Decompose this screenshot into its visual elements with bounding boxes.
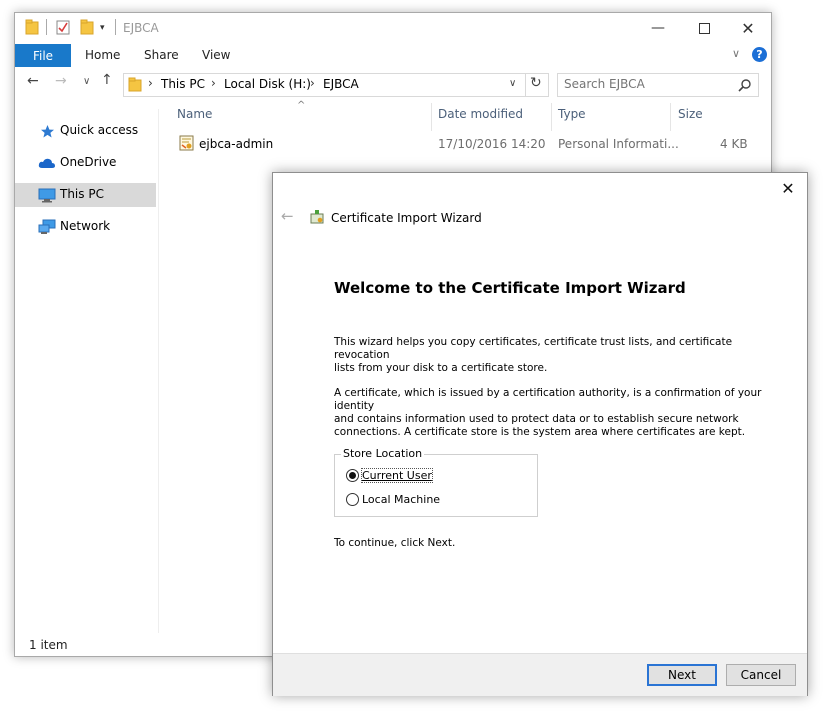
- computer-icon: [38, 188, 56, 203]
- column-separator[interactable]: [551, 103, 552, 131]
- search-icon[interactable]: [738, 78, 752, 92]
- nav-item-label: Network: [60, 219, 111, 233]
- column-header-size[interactable]: Size: [678, 107, 703, 129]
- intro-line: lists from your disk to a certificate st…: [334, 362, 548, 374]
- store-location-label: Store Location: [341, 447, 425, 460]
- minimize-icon: —: [651, 20, 665, 36]
- column-separator[interactable]: [670, 103, 671, 131]
- wizard-close-button[interactable]: ✕: [773, 175, 803, 201]
- address-bar[interactable]: › This PC › Local Disk (H:) › EJBCA ∨ ↻: [123, 73, 549, 97]
- properties-icon[interactable]: [56, 20, 70, 35]
- window-title: EJBCA: [123, 21, 159, 35]
- expand-ribbon-chevron-icon[interactable]: ∨: [732, 47, 740, 60]
- wizard-footer: Next Cancel: [273, 653, 807, 696]
- column-separator[interactable]: [431, 103, 432, 131]
- description-paragraph: A certificate, which is issued by a cert…: [334, 387, 774, 439]
- wizard-title: Certificate Import Wizard: [331, 211, 482, 225]
- certificate-wizard-icon: [310, 210, 324, 224]
- title-divider: [115, 19, 116, 35]
- intro-line: This wizard helps you copy certificates,…: [334, 336, 733, 361]
- radio-label-current-user: Current User: [361, 468, 433, 483]
- file-date-modified: 17/10/2016 14:20: [438, 137, 546, 151]
- description-line: A certificate, which is issued by a cert…: [334, 387, 762, 412]
- sort-ascending-icon: ^: [297, 100, 306, 111]
- maximize-icon: [698, 22, 710, 34]
- forward-arrow-icon[interactable]: →: [55, 73, 67, 89]
- address-history-chevron-icon[interactable]: ∨: [509, 78, 516, 89]
- breadcrumb-separator-icon[interactable]: ›: [211, 76, 216, 90]
- nav-item-onedrive[interactable]: OneDrive: [15, 151, 156, 175]
- close-icon: ✕: [741, 18, 755, 38]
- radio-label-local-machine: Local Machine: [362, 493, 441, 506]
- nav-item-quick-access[interactable]: Quick access: [15, 119, 156, 143]
- column-header-type[interactable]: Type: [558, 107, 586, 129]
- radio-current-user[interactable]: Current User: [346, 468, 436, 484]
- breadcrumb-this-pc[interactable]: This PC: [161, 77, 205, 91]
- close-icon: ✕: [781, 178, 795, 198]
- folder-icon: [128, 77, 142, 92]
- nav-item-label: This PC: [60, 187, 104, 201]
- close-button[interactable]: ✕: [725, 13, 771, 43]
- status-item-count: 1 item: [29, 638, 68, 652]
- maximize-button[interactable]: [681, 13, 727, 43]
- folder-icon: [25, 19, 39, 35]
- radio-button[interactable]: [346, 493, 359, 506]
- certificate-import-wizard-dialog: ✕ ← Certificate Import Wizard Welcome to…: [272, 172, 808, 696]
- breadcrumb-separator-icon[interactable]: ›: [148, 76, 153, 90]
- help-icon[interactable]: ?: [752, 47, 767, 62]
- radio-button-selected[interactable]: [346, 469, 359, 482]
- file-type: Personal Informati...: [558, 137, 679, 151]
- breadcrumb-separator-icon[interactable]: ›: [310, 76, 315, 90]
- recent-locations-chevron-icon[interactable]: ∨: [83, 76, 90, 87]
- quick-access-toolbar-dropdown-icon[interactable]: ▾: [100, 23, 105, 33]
- nav-item-label: OneDrive: [60, 155, 117, 169]
- certificate-file-icon: [179, 135, 194, 151]
- description-line: and contains information used to protect…: [334, 413, 739, 425]
- wizard-heading: Welcome to the Certificate Import Wizard: [334, 279, 686, 297]
- breadcrumb-ejbca[interactable]: EJBCA: [323, 77, 359, 91]
- tab-file[interactable]: File: [15, 44, 71, 67]
- explorer-title-bar: ▾ EJBCA — ✕: [15, 13, 771, 44]
- tab-share[interactable]: Share: [144, 48, 179, 62]
- new-folder-icon[interactable]: [80, 19, 94, 35]
- file-name: ejbca-admin: [199, 137, 274, 151]
- description-line: connections. A certificate store is the …: [334, 426, 746, 438]
- continue-text: To continue, click Next.: [334, 537, 456, 549]
- search-box[interactable]: [557, 73, 759, 97]
- cloud-icon: [38, 158, 55, 168]
- address-row: ← → ∨ ↑ › This PC › Local Disk (H:) › EJ…: [15, 69, 771, 99]
- refresh-icon[interactable]: ↻: [530, 75, 542, 91]
- radio-local-machine[interactable]: Local Machine: [346, 492, 446, 508]
- next-button[interactable]: Next: [647, 664, 717, 686]
- nav-item-label: Quick access: [60, 123, 139, 137]
- breadcrumb-local-disk[interactable]: Local Disk (H:): [224, 77, 311, 91]
- star-icon: [41, 125, 54, 138]
- cancel-button[interactable]: Cancel: [726, 664, 796, 686]
- column-header-date-modified[interactable]: Date modified: [438, 107, 523, 129]
- minimize-button[interactable]: —: [635, 13, 681, 43]
- file-size: 4 KB: [720, 137, 748, 151]
- navigation-pane: Quick access OneDrive This PC Network: [15, 109, 159, 633]
- up-arrow-icon[interactable]: ↑: [101, 72, 113, 88]
- back-arrow-icon[interactable]: ←: [281, 207, 294, 225]
- column-header-name[interactable]: Name: [177, 107, 212, 129]
- tab-view[interactable]: View: [202, 48, 230, 62]
- ribbon-tabs: File Home Share View ∨ ?: [15, 44, 771, 67]
- nav-item-network[interactable]: Network: [15, 215, 156, 239]
- title-divider: [46, 19, 47, 35]
- address-divider: [525, 74, 526, 96]
- search-input[interactable]: [564, 76, 724, 92]
- tab-home[interactable]: Home: [85, 48, 120, 62]
- nav-item-this-pc[interactable]: This PC: [15, 183, 156, 207]
- intro-paragraph: This wizard helps you copy certificates,…: [334, 336, 774, 375]
- network-icon: [38, 219, 56, 234]
- back-arrow-icon[interactable]: ←: [27, 73, 39, 89]
